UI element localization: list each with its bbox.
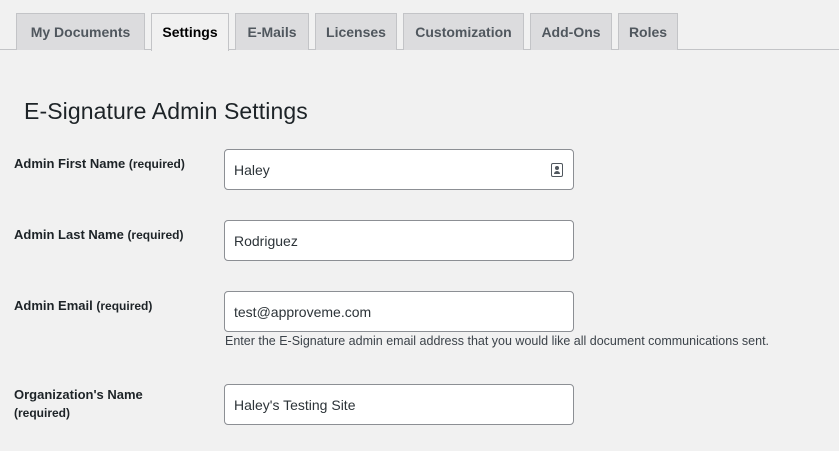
tab-roles[interactable]: Roles xyxy=(618,13,678,50)
org-name-label: Organization's Name (required) xyxy=(14,386,143,422)
settings-page: My Documents Settings E-Mails Licenses C… xyxy=(0,0,839,451)
tab-licenses[interactable]: Licenses xyxy=(315,13,397,50)
email-help-text: Enter the E-Signature admin email addres… xyxy=(225,334,770,348)
last-name-required-text: (required) xyxy=(127,228,184,242)
first-name-label: Admin First Name (required) xyxy=(14,155,185,173)
email-input[interactable] xyxy=(224,291,574,332)
org-name-input[interactable] xyxy=(224,384,574,425)
first-name-input[interactable] xyxy=(224,149,574,190)
tab-add-ons[interactable]: Add-Ons xyxy=(530,13,612,50)
tab-e-mails[interactable]: E-Mails xyxy=(235,13,309,50)
first-name-label-text: Admin First Name xyxy=(14,156,126,171)
last-name-label: Admin Last Name (required) xyxy=(14,226,183,244)
email-label: Admin Email (required) xyxy=(14,297,152,315)
tab-customization[interactable]: Customization xyxy=(403,13,524,50)
email-required-text: (required) xyxy=(96,299,153,313)
contact-card-icon[interactable] xyxy=(551,163,563,177)
org-name-label-text: Organization's Name xyxy=(14,387,143,402)
last-name-label-text: Admin Last Name xyxy=(14,227,124,242)
email-label-text: Admin Email xyxy=(14,298,93,313)
last-name-input[interactable] xyxy=(224,220,574,261)
page-title: E-Signature Admin Settings xyxy=(24,98,308,124)
first-name-required-text: (required) xyxy=(128,157,185,171)
nav-tabs: My Documents Settings E-Mails Licenses C… xyxy=(0,0,839,51)
tab-settings[interactable]: Settings xyxy=(151,13,229,51)
org-name-required-text: (required) xyxy=(14,406,71,420)
tab-my-documents[interactable]: My Documents xyxy=(16,13,145,50)
